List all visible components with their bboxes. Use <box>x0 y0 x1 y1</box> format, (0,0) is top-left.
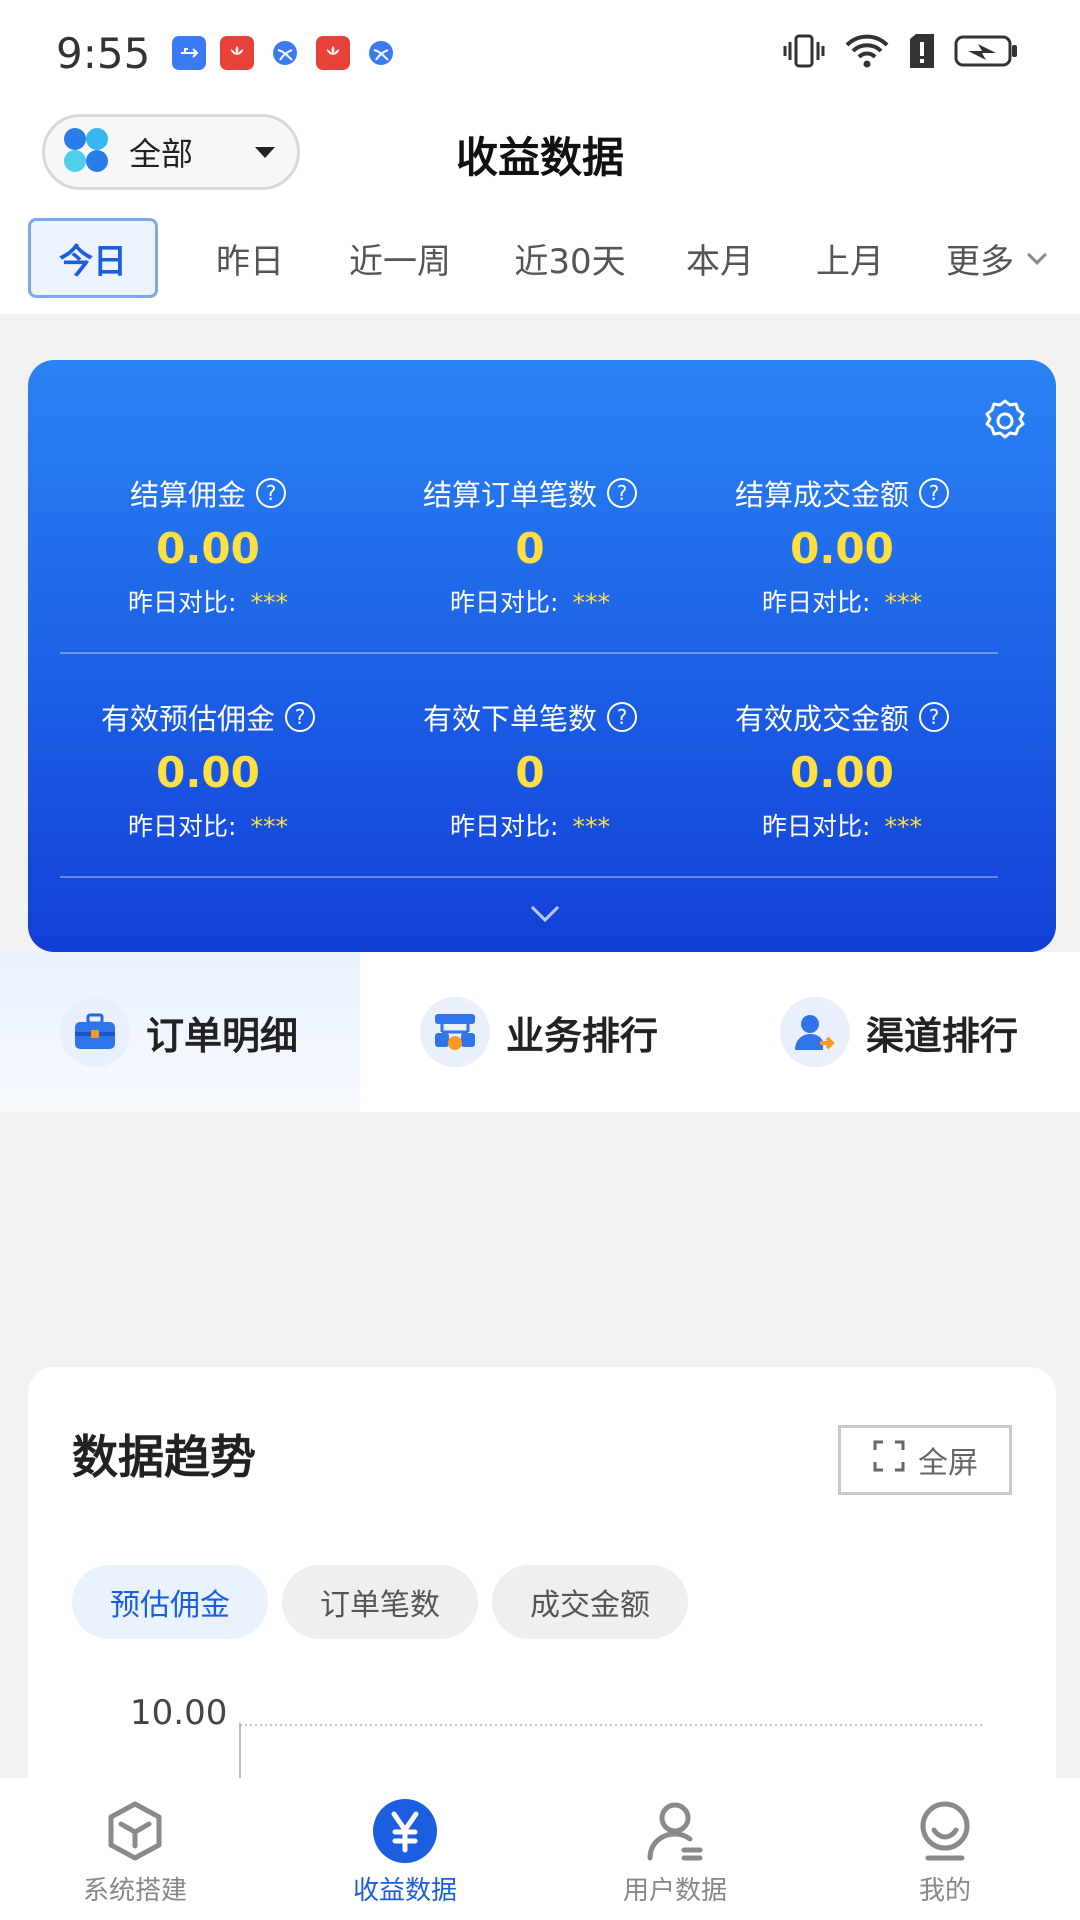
tab-today[interactable]: 今日 <box>28 218 158 298</box>
compare-label: 昨日对比: <box>762 812 871 841</box>
tab-last-30-days[interactable]: 近30天 <box>496 218 644 298</box>
stat-settled-orders: 结算订单笔数? 0 昨日对比: *** <box>370 472 690 619</box>
stat-label: 结算成交金额 <box>734 478 909 512</box>
stats-divider <box>60 652 998 654</box>
nav-mine[interactable]: 我的 <box>810 1778 1080 1920</box>
status-bar: 9:55 <box>0 0 1080 106</box>
browser-icon <box>268 36 302 70</box>
nav-system-setup[interactable]: 系统搭建 <box>0 1778 270 1920</box>
tab-more-label: 更多 <box>946 241 1014 282</box>
nav-label: 用户数据 <box>622 1876 727 1906</box>
date-range-tabs: 今日 昨日 近一周 近30天 本月 上月 更多 <box>0 206 1080 314</box>
profile-icon <box>910 1796 980 1866</box>
help-icon[interactable]: ? <box>607 478 637 508</box>
stat-settled-commission: 结算佣金? 0.00 昨日对比: *** <box>48 472 368 619</box>
tab-yesterday[interactable]: 昨日 <box>200 218 300 298</box>
tab-last-week[interactable]: 近一周 <box>330 218 470 298</box>
header: 全部 收益数据 <box>0 106 1080 206</box>
stats-divider <box>60 876 998 878</box>
tab-order-details[interactable]: 订单明细 <box>0 952 360 1112</box>
feature-label: 渠道排行 <box>866 1013 1019 1058</box>
nav-label: 收益数据 <box>352 1876 457 1906</box>
nav-earnings-data[interactable]: 收益数据 <box>270 1778 540 1920</box>
nav-label: 系统搭建 <box>82 1876 187 1906</box>
feature-tabs: 订单明细 业务排行 渠道排行 <box>0 952 1080 1112</box>
tab-more[interactable]: 更多 <box>930 218 1060 298</box>
browser-icon-2 <box>364 36 398 70</box>
stat-value: 0 <box>515 748 545 797</box>
page-title: 收益数据 <box>455 133 624 182</box>
yen-icon <box>370 1796 440 1866</box>
stat-label: 结算佣金 <box>129 478 246 512</box>
earnings-summary-card: 结算佣金? 0.00 昨日对比: *** 结算订单笔数? 0 昨日对比: *** 结… <box>28 360 1056 952</box>
tab-last-month[interactable]: 上月 <box>800 218 900 298</box>
hierarchy-icon <box>420 997 490 1067</box>
stat-label: 结算订单笔数 <box>422 478 597 512</box>
stat-label: 有效成交金额 <box>734 702 909 736</box>
status-time: 9:55 <box>56 28 151 78</box>
compare-value: *** <box>572 812 610 841</box>
gear-icon[interactable] <box>982 398 1028 448</box>
stat-label: 有效预估佣金 <box>100 702 275 736</box>
tab-business-ranking[interactable]: 业务排行 <box>360 952 720 1112</box>
user-icon <box>640 1796 710 1866</box>
huawei-app-icon-2 <box>316 36 351 70</box>
briefcase-icon <box>60 997 130 1067</box>
screen: 9:55 全部 收益数据 今日 昨日 近一周 近30天 本月 上月 更多 结算佣… <box>0 0 1080 1920</box>
help-icon[interactable]: ? <box>285 702 315 732</box>
compare-value: *** <box>572 588 610 617</box>
tab-this-month[interactable]: 本月 <box>670 218 770 298</box>
tab-channel-ranking[interactable]: 渠道排行 <box>720 952 1080 1112</box>
feature-label: 订单明细 <box>146 1013 299 1058</box>
stat-valid-orders: 有效下单笔数? 0 昨日对比: *** <box>370 696 690 843</box>
stat-value: 0 <box>515 524 545 573</box>
stat-settled-amount: 结算成交金额? 0.00 昨日对比: *** <box>682 472 1002 619</box>
bottom-navigation: 系统搭建 收益数据 用户数据 我的 <box>0 1778 1080 1920</box>
sim-alert-icon <box>908 33 936 73</box>
vibrate-icon <box>782 34 826 72</box>
stat-value: 0.00 <box>156 748 260 797</box>
compare-label: 昨日对比: <box>128 812 237 841</box>
stat-value: 0.00 <box>790 748 894 797</box>
compare-value: *** <box>250 812 288 841</box>
status-left: 9:55 <box>56 29 398 78</box>
compare-value: *** <box>250 588 288 617</box>
cube-icon <box>100 1796 170 1866</box>
compare-value: *** <box>884 812 922 841</box>
help-icon[interactable]: ? <box>607 702 637 732</box>
compare-label: 昨日对比: <box>450 588 559 617</box>
stat-estimated-commission: 有效预估佣金? 0.00 昨日对比: *** <box>48 696 368 843</box>
stat-value: 0.00 <box>790 524 894 573</box>
nav-label: 我的 <box>918 1876 971 1906</box>
status-right <box>782 33 1018 73</box>
help-icon[interactable]: ? <box>919 478 949 508</box>
wifi-icon <box>844 33 890 73</box>
help-icon[interactable]: ? <box>256 478 286 508</box>
compare-label: 昨日对比: <box>450 812 559 841</box>
huawei-app-icon <box>220 36 255 70</box>
usb-icon <box>172 36 207 70</box>
nav-user-data[interactable]: 用户数据 <box>540 1778 810 1920</box>
expand-chevron-icon[interactable] <box>530 893 560 923</box>
stat-value: 0.00 <box>156 524 260 573</box>
compare-label: 昨日对比: <box>128 588 237 617</box>
compare-label: 昨日对比: <box>762 588 871 617</box>
stat-label: 有效下单笔数 <box>422 702 597 736</box>
user-transfer-icon <box>780 997 850 1067</box>
feature-label: 业务排行 <box>506 1013 659 1058</box>
stat-valid-amount: 有效成交金额? 0.00 昨日对比: *** <box>682 696 1002 843</box>
compare-value: *** <box>884 588 922 617</box>
battery-charging-icon <box>954 34 1018 72</box>
chevron-down-icon <box>1027 245 1047 265</box>
help-icon[interactable]: ? <box>919 702 949 732</box>
